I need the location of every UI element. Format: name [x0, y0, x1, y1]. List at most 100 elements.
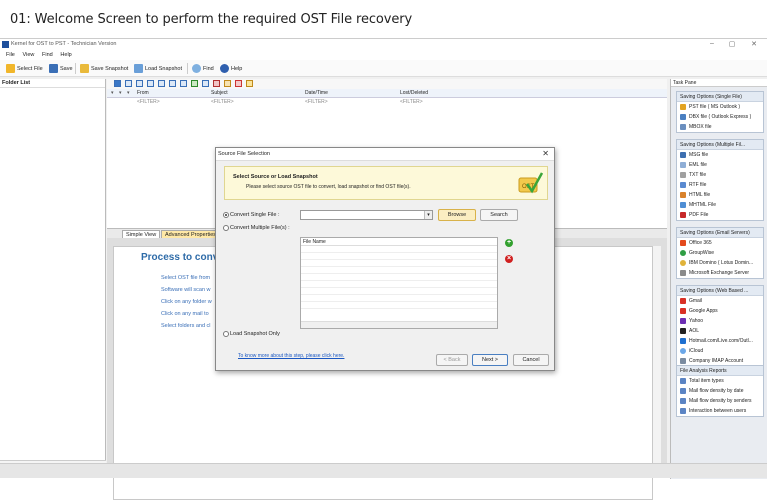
filter-subject[interactable]: <FILTER>: [211, 98, 234, 107]
toolbar: Select File Save Save Snapshot Load Snap…: [0, 60, 767, 77]
group-header[interactable]: Saving Options (Multiple Fil...: [677, 140, 763, 150]
process-title: Process to conv: [141, 252, 219, 263]
maximize-icon[interactable]: ▢: [726, 40, 738, 48]
aol-icon: [680, 328, 686, 334]
delete-icon[interactable]: [235, 80, 242, 87]
add-file-icon[interactable]: +: [505, 239, 513, 247]
sort-indicator[interactable]: ▾: [111, 89, 114, 98]
group-header[interactable]: Saving Options (Single File): [677, 92, 763, 102]
dialog-banner: Select Source or Load Snapshot Please se…: [224, 166, 548, 200]
mbox-icon: [680, 124, 686, 130]
task-item-txt[interactable]: TXT file: [677, 170, 763, 180]
filter-date[interactable]: <FILTER>: [305, 98, 328, 107]
close-icon[interactable]: ✕: [748, 40, 760, 48]
group-header[interactable]: File Analysis Reports: [677, 366, 763, 376]
column-icon[interactable]: [169, 80, 176, 87]
dialog-title: Source File Selection: [218, 151, 270, 157]
task-item-office365[interactable]: Office 365: [677, 238, 763, 248]
pdf-icon[interactable]: [213, 80, 220, 87]
task-item-groupwise[interactable]: GroupWise: [677, 248, 763, 258]
attachment-icon[interactable]: [224, 80, 231, 87]
vertical-scrollbar[interactable]: [653, 246, 661, 478]
task-item-flow-senders[interactable]: Mail flow density by senders: [677, 396, 763, 406]
tab-advanced-properties[interactable]: Advanced Properties: [161, 230, 221, 238]
source-file-input[interactable]: [300, 210, 433, 220]
task-item-msg[interactable]: MSG file: [677, 150, 763, 160]
convert-multiple-radio[interactable]: [223, 225, 229, 231]
task-item-yahoo[interactable]: Yahoo: [677, 316, 763, 326]
menu-file[interactable]: File: [6, 52, 15, 58]
task-item-eml[interactable]: EML file: [677, 160, 763, 170]
filter-lost[interactable]: <FILTER>: [400, 98, 423, 107]
col-lost-deleted[interactable]: Lost/Deleted: [400, 89, 428, 98]
group-header[interactable]: Saving Options (Web Based ...: [677, 286, 763, 296]
help-button[interactable]: Help: [220, 63, 242, 74]
msg-icon: [680, 152, 686, 158]
task-item-hotmail[interactable]: Hotmail.com/Live.com/Outl...: [677, 336, 763, 346]
select-file-button[interactable]: Select File: [6, 63, 43, 74]
group-header[interactable]: Saving Options (Email Servers): [677, 228, 763, 238]
task-item-exchange[interactable]: Microsoft Exchange Server: [677, 268, 763, 278]
mhtml-icon: [680, 202, 686, 208]
horizontal-scrollbar[interactable]: [301, 321, 497, 328]
remove-file-icon[interactable]: ×: [505, 255, 513, 263]
tab-simple-view[interactable]: Simple View: [122, 230, 161, 238]
load-snapshot-radio[interactable]: [223, 331, 229, 337]
list-item: [301, 302, 497, 309]
task-item-pdf[interactable]: PDF File: [677, 210, 763, 220]
task-item-html[interactable]: HTML file: [677, 190, 763, 200]
task-item-rtf[interactable]: RTF file: [677, 180, 763, 190]
back-button[interactable]: < Back: [436, 354, 468, 366]
task-item-mbox[interactable]: MBOX file: [677, 122, 763, 132]
minimize-icon[interactable]: –: [706, 40, 718, 47]
task-item-pst[interactable]: PST file ( MS Outlook ): [677, 102, 763, 112]
know-more-link[interactable]: To know more about this step, please cli…: [238, 353, 344, 359]
column-icon[interactable]: [125, 80, 132, 87]
snapshot-load-icon: [134, 64, 143, 73]
task-item-mhtml[interactable]: MHTML File: [677, 200, 763, 210]
load-snapshot-button[interactable]: Load Snapshot: [134, 63, 182, 74]
app-logo-icon: [2, 41, 9, 48]
search-button[interactable]: Search: [480, 209, 518, 221]
list-item: [301, 253, 497, 260]
task-item-aol[interactable]: AOL: [677, 326, 763, 336]
column-icon[interactable]: [158, 80, 165, 87]
multiple-file-list[interactable]: File Name: [300, 237, 498, 329]
column-icon[interactable]: [147, 80, 154, 87]
task-item-icloud[interactable]: iCloud: [677, 346, 763, 356]
chevron-down-icon[interactable]: ▾: [424, 211, 432, 219]
save-snapshot-button[interactable]: Save Snapshot: [80, 63, 128, 74]
convert-single-radio[interactable]: [223, 212, 229, 218]
col-date-time[interactable]: Date/Time: [305, 89, 328, 98]
sort-indicator[interactable]: ▾: [119, 89, 122, 98]
col-subject[interactable]: Subject: [211, 89, 228, 98]
dialog-close-icon[interactable]: ✕: [542, 149, 549, 158]
envelope-icon[interactable]: [202, 80, 209, 87]
imap-icon: [680, 358, 686, 364]
menu-view[interactable]: View: [23, 52, 35, 58]
task-item-total-types[interactable]: Total item types: [677, 376, 763, 386]
export-icon[interactable]: [246, 80, 253, 87]
column-icon[interactable]: [180, 80, 187, 87]
task-item-dbx[interactable]: DBX file ( Outlook Express ): [677, 112, 763, 122]
cancel-button[interactable]: Cancel: [513, 354, 549, 366]
help-icon: [220, 64, 229, 73]
menu-help[interactable]: Help: [60, 52, 71, 58]
browse-button[interactable]: Browse: [438, 209, 476, 221]
task-item-interaction[interactable]: Interaction between users: [677, 406, 763, 416]
refresh-icon[interactable]: [114, 80, 121, 87]
sort-indicator[interactable]: ▾: [127, 89, 130, 98]
task-item-domino[interactable]: IBM Domino ( Lotus Domin...: [677, 258, 763, 268]
next-button[interactable]: Next >: [472, 354, 508, 366]
task-item-google-apps[interactable]: Google Apps: [677, 306, 763, 316]
envelope-icon[interactable]: [191, 80, 198, 87]
find-button[interactable]: Find: [192, 63, 214, 74]
column-icon[interactable]: [136, 80, 143, 87]
menu-find[interactable]: Find: [42, 52, 53, 58]
filter-from[interactable]: <FILTER>: [137, 98, 160, 107]
task-item-flow-date[interactable]: Mail flow density by date: [677, 386, 763, 396]
save-button[interactable]: Save: [49, 63, 73, 74]
col-from[interactable]: From: [137, 89, 149, 98]
magnifier-icon: [192, 64, 201, 73]
task-item-gmail[interactable]: Gmail: [677, 296, 763, 306]
